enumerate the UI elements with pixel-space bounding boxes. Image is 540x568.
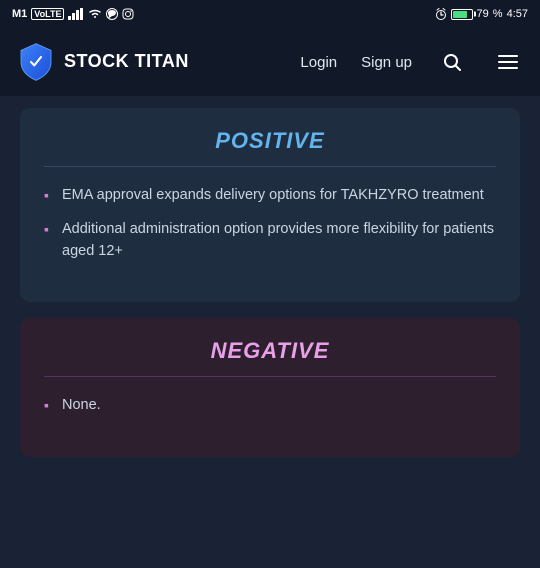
- search-icon: [443, 53, 461, 71]
- wifi-icon: [88, 9, 102, 19]
- negative-divider: [44, 376, 496, 377]
- list-item: EMA approval expands delivery options fo…: [44, 185, 496, 207]
- whatsapp-icon: [106, 8, 118, 20]
- positive-divider: [44, 166, 496, 167]
- navbar: STOCK TITAN Login Sign up: [0, 28, 540, 96]
- negative-title: Negative: [44, 338, 496, 364]
- nav-links: Login Sign up: [300, 46, 524, 78]
- hamburger-icon: [498, 55, 518, 69]
- battery-indicator: [451, 9, 473, 20]
- menu-button[interactable]: [492, 46, 524, 78]
- login-link[interactable]: Login: [300, 54, 337, 71]
- positive-card: Positive EMA approval expands delivery o…: [20, 108, 520, 302]
- positive-list: EMA approval expands delivery options fo…: [44, 185, 496, 262]
- search-button[interactable]: [436, 46, 468, 78]
- status-bar: M1 VoLTE: [0, 0, 540, 28]
- time-display: 4:57: [507, 8, 528, 20]
- carrier-label: M1: [12, 8, 27, 20]
- list-item: Additional administration option provide…: [44, 219, 496, 263]
- negative-list: None.: [44, 395, 496, 417]
- instagram-icon: [122, 8, 134, 20]
- status-right: 79 % 4:57: [435, 8, 528, 20]
- logo-area: STOCK TITAN: [16, 42, 288, 82]
- battery-percent: 79: [477, 8, 489, 20]
- negative-card: Negative None.: [20, 318, 520, 457]
- content-area: Positive EMA approval expands delivery o…: [0, 108, 540, 457]
- status-carrier: M1 VoLTE: [12, 8, 134, 20]
- list-item: None.: [44, 395, 496, 417]
- alarm-icon: [435, 8, 447, 20]
- volte-badge: VoLTE: [31, 8, 64, 20]
- logo-icon: [16, 42, 56, 82]
- signup-link[interactable]: Sign up: [361, 54, 412, 71]
- positive-title: Positive: [44, 128, 496, 154]
- signal-icon: [68, 8, 84, 20]
- logo-text: STOCK TITAN: [64, 52, 189, 72]
